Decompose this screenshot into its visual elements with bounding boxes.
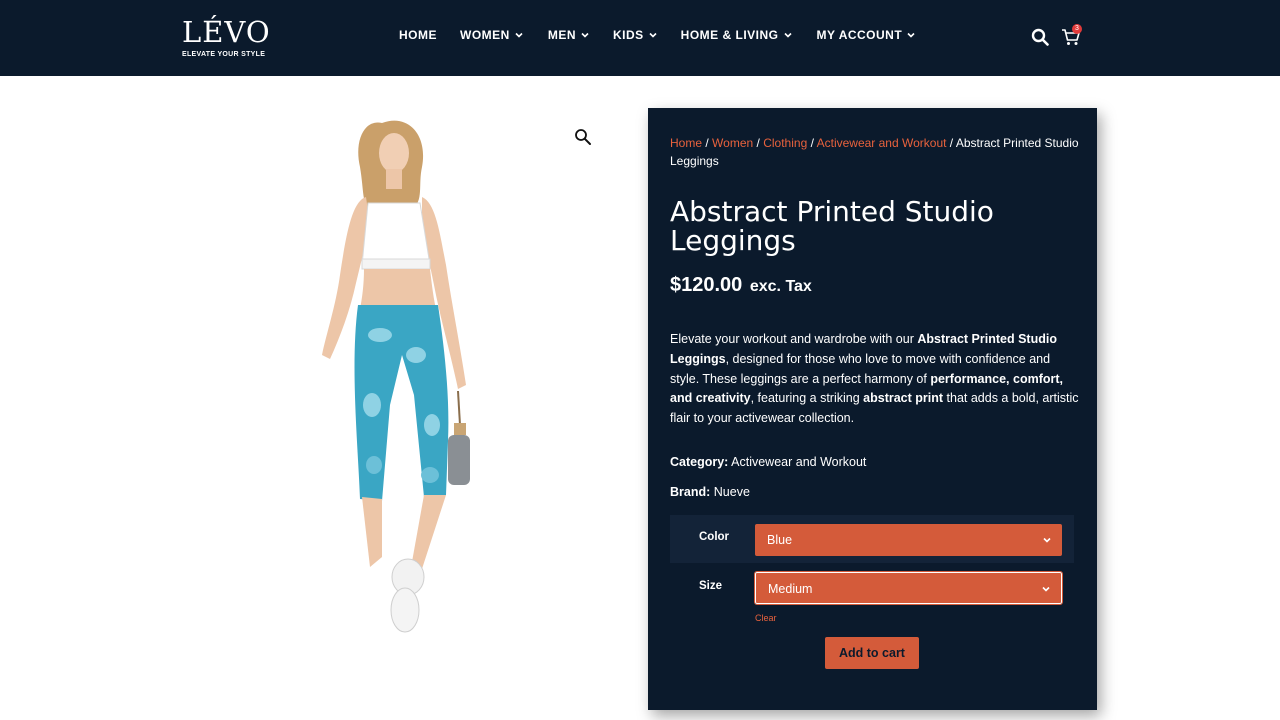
chevron-down-icon [783, 32, 792, 38]
cart-count-badge: 3 [1072, 24, 1082, 34]
chevron-down-icon [515, 32, 523, 38]
product-category: Category: Activewear and Workout [670, 455, 866, 469]
product-price: $120.00 exc. Tax [670, 274, 812, 297]
search-icon[interactable] [1031, 28, 1049, 46]
chevron-down-icon [1042, 586, 1050, 592]
category-label: Category: [670, 455, 729, 469]
nav-item-women[interactable]: WOMEN [460, 28, 524, 42]
breadcrumb-separator: / [756, 136, 760, 150]
brand-link[interactable]: Nueve [714, 485, 750, 499]
nav-item-men[interactable]: MEN [548, 28, 590, 42]
nav-item-label: WOMEN [460, 28, 510, 42]
product-description: Elevate your workout and wardrobe with o… [670, 330, 1080, 429]
color-label: Color [699, 531, 730, 543]
breadcrumb: Home / Women / Clothing / Activewear and… [670, 134, 1080, 170]
brand-logo-tagline: ELEVATE YOUR STYLE [182, 51, 266, 58]
nav-item-label: HOME & LIVING [680, 28, 779, 42]
description-text: Elevate your workout and wardrobe with o… [670, 332, 918, 346]
clear-variations-link[interactable]: Clear [755, 613, 777, 623]
variation-row-size: Size Medium [670, 565, 1074, 613]
breadcrumb-link-clothing[interactable]: Clothing [763, 136, 807, 150]
price-amount: $120.00 [670, 274, 743, 296]
breadcrumb-link-activewear[interactable]: Activewear and Workout [817, 136, 947, 150]
main-nav: HOME WOMEN MEN KIDS HOME & LIVING MY ACC… [399, 28, 916, 42]
product-summary-panel: Home / Women / Clothing / Activewear and… [648, 108, 1097, 710]
breadcrumb-separator: / [810, 136, 814, 150]
variation-row-color: Color Blue [670, 515, 1074, 563]
nav-item-home-living[interactable]: HOME & LIVING [681, 28, 793, 42]
brand-label: Brand: [670, 485, 711, 499]
zoom-icon[interactable] [574, 128, 592, 146]
category-link[interactable]: Activewear and Workout [731, 455, 866, 469]
color-select[interactable]: Blue [755, 524, 1062, 556]
nav-item-label: MEN [547, 28, 576, 42]
description-text: , featuring a striking [750, 391, 864, 406]
chevron-down-icon [907, 32, 915, 38]
breadcrumb-separator: / [705, 136, 709, 150]
product-title: Abstract Printed Studio Leggings [670, 195, 994, 257]
brand-logo-name: LÉVO [182, 15, 271, 49]
product-image[interactable] [290, 105, 490, 645]
brand-logo[interactable]: LÉVO ELEVATE YOUR STYLE [182, 16, 271, 58]
color-select-value: Blue [767, 533, 793, 547]
nav-item-home[interactable]: HOME [399, 28, 437, 42]
breadcrumb-separator: / [949, 136, 954, 150]
breadcrumb-link-home[interactable]: Home [670, 136, 702, 150]
nav-item-label: KIDS [613, 28, 644, 42]
nav-item-label: MY ACCOUNT [816, 28, 903, 42]
chevron-down-icon [1043, 537, 1051, 543]
product-variations: Color Blue Size Medium [670, 515, 1074, 627]
nav-item-kids[interactable]: KIDS [613, 28, 658, 42]
breadcrumb-link-women[interactable]: Women [712, 136, 753, 150]
size-label: Size [699, 580, 723, 592]
add-to-cart-button[interactable]: Add to cart [825, 637, 919, 669]
chevron-down-icon [581, 32, 589, 38]
site-header: LÉVO ELEVATE YOUR STYLE HOME WOMEN MEN K… [0, 0, 1280, 76]
chevron-down-icon [649, 32, 657, 38]
size-select[interactable]: Medium [754, 571, 1063, 605]
product-brand: Brand: Nueve [670, 485, 750, 499]
description-bold: abstract print [863, 391, 944, 406]
price-tax-note: exc. Tax [749, 278, 812, 295]
size-select-value: Medium [768, 582, 813, 596]
nav-item-my-account[interactable]: MY ACCOUNT [817, 28, 917, 42]
nav-item-label: HOME [399, 28, 437, 42]
